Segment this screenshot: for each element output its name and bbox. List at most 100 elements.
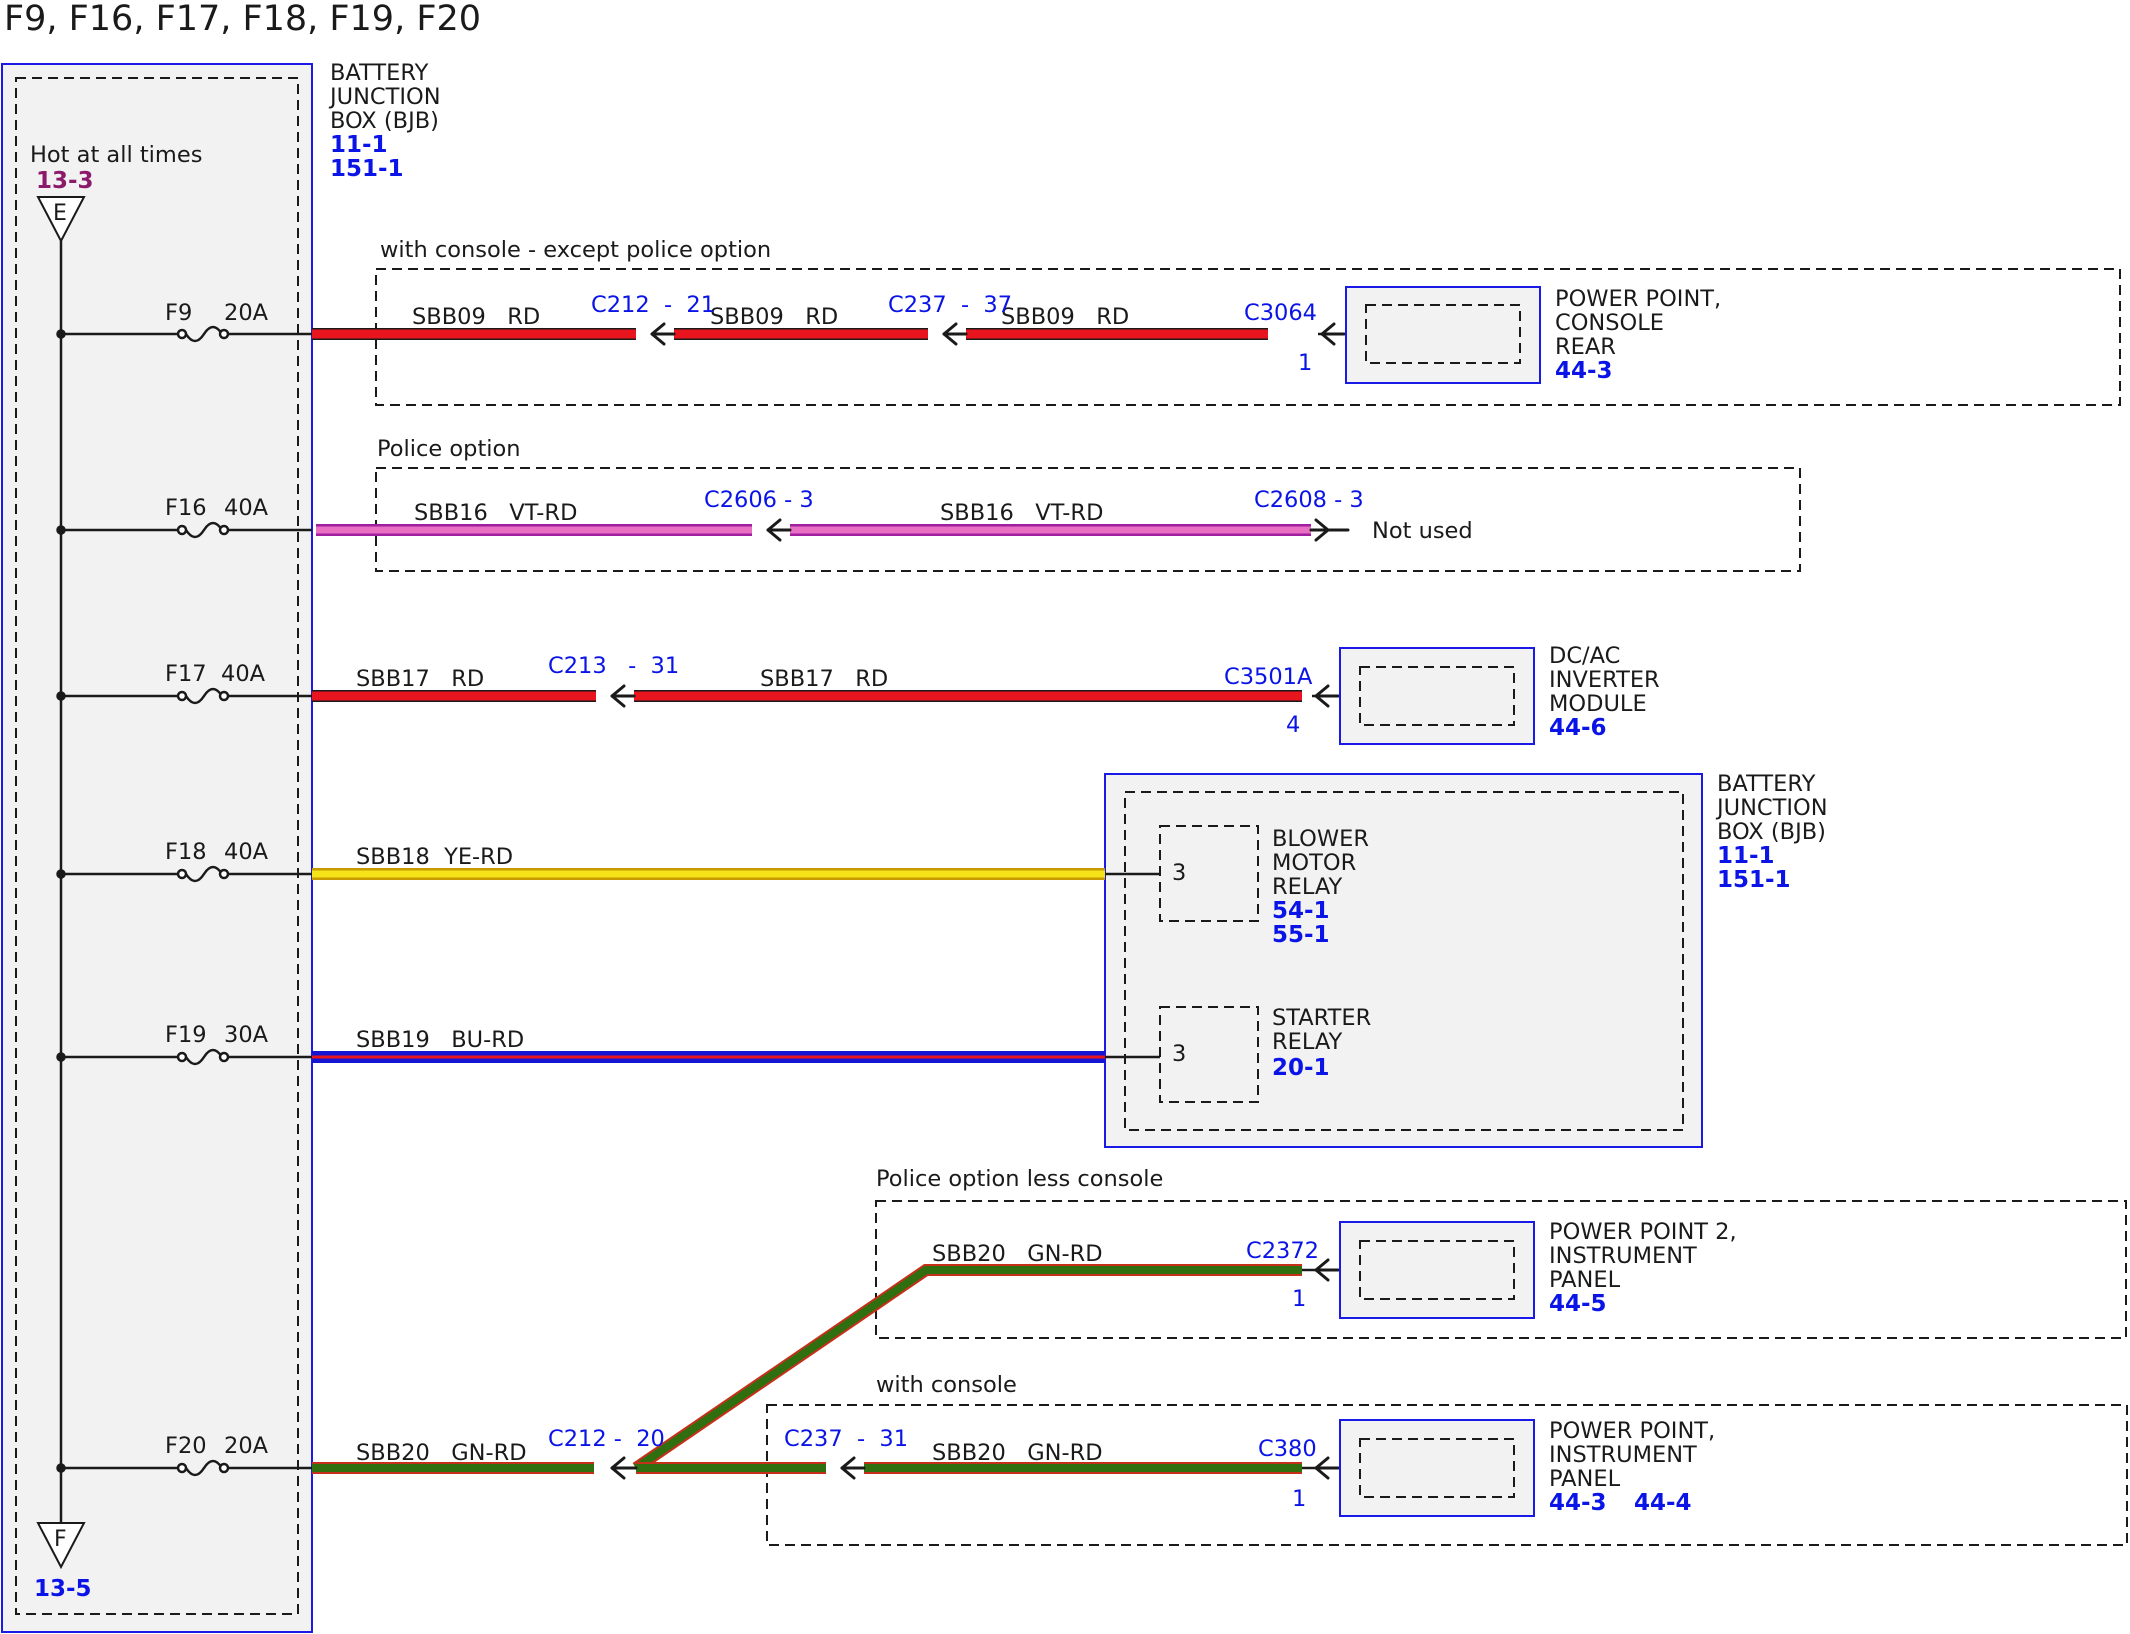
bjb-left-line-2: JUNCTION: [328, 84, 441, 110]
pp-console-rear-line-3: REAR: [1555, 334, 1616, 360]
blower-relay-line-1: BLOWER: [1272, 826, 1369, 852]
bus-top-symbol-label: E: [53, 201, 67, 226]
bjb-left-ref-1[interactable]: 11-1: [330, 132, 388, 158]
option-label-f20-lower: with console: [876, 1372, 1017, 1398]
inverter-line-2: INVERTER: [1549, 667, 1660, 693]
connector-c380-pin: 1: [1292, 1486, 1306, 1512]
f19-circuit-label: SBB19 BU-RD: [356, 1027, 524, 1053]
bjb-right-ref-1[interactable]: 11-1: [1717, 843, 1775, 869]
connector-c3064-symbol: [1320, 322, 1346, 346]
fuse-f20-id: F20: [165, 1433, 207, 1459]
f9-circuit-label-1: SBB09 RD: [412, 304, 540, 330]
blower-relay-line-3: RELAY: [1272, 874, 1343, 900]
bjb-left-line-1: BATTERY: [330, 60, 429, 86]
connector-c3501a-pin: 4: [1286, 712, 1300, 738]
connector-c380[interactable]: C380: [1258, 1436, 1317, 1462]
connector-c237-31-symbol: [840, 1456, 866, 1480]
f17-circuit-label-2: SBB17 RD: [760, 666, 888, 692]
fuse-f16-id: F16: [165, 495, 207, 521]
f16-not-used: Not used: [1372, 518, 1473, 544]
starter-relay-ref[interactable]: 20-1: [1272, 1055, 1330, 1081]
option-label-f9: with console - except police option: [380, 237, 771, 263]
pp-ip-line-2: INSTRUMENT: [1549, 1442, 1697, 1468]
connector-c2608[interactable]: C2608 - 3: [1254, 487, 1364, 513]
bjb-right-line-2: JUNCTION: [1715, 795, 1828, 821]
fuse-f18-id: F18: [165, 839, 207, 865]
pp-ip-ref-2[interactable]: 44-4: [1634, 1490, 1692, 1516]
pp2-ip-line-3: PANEL: [1549, 1267, 1621, 1293]
pp-ip-line-1: POWER POINT,: [1549, 1418, 1715, 1444]
blower-relay-line-2: MOTOR: [1272, 850, 1356, 876]
connector-c212-21-symbol: [650, 322, 676, 346]
fuse-f18-rating: 40A: [224, 839, 269, 865]
starter-relay-pin: 3: [1172, 1041, 1186, 1067]
pp-console-rear-line-1: POWER POINT,: [1555, 286, 1721, 312]
fuse-f19-rating: 30A: [224, 1022, 269, 1048]
blower-relay-pin: 3: [1172, 860, 1186, 886]
bjb-left-line-3: BOX (BJB): [330, 108, 439, 134]
inverter-box[interactable]: [1339, 647, 1535, 745]
bjb-right-box: [1104, 773, 1703, 1148]
option-label-f20-upper: Police option less console: [876, 1166, 1163, 1192]
bjb-right-line-3: BOX (BJB): [1717, 819, 1826, 845]
hot-label: Hot at all times: [30, 142, 202, 168]
connector-c2372[interactable]: C2372: [1246, 1238, 1319, 1264]
connector-c3501a[interactable]: C3501A: [1224, 664, 1313, 690]
fuse-f17-rating: 40A: [221, 661, 266, 687]
pp2-ip-line-2: INSTRUMENT: [1549, 1243, 1697, 1269]
wiring-diagram: F9, F16, F17, F18, F19, F20 BATTERY JUNC…: [1, 0, 2128, 1633]
connector-c3064-pin: 1: [1298, 350, 1312, 376]
connector-c2606-symbol: [766, 518, 792, 542]
f20-circuit-label-3: SBB20 GN-RD: [932, 1440, 1103, 1466]
pp2-ip-ref[interactable]: 44-5: [1549, 1291, 1607, 1317]
pp-console-rear-ref[interactable]: 44-3: [1555, 358, 1613, 384]
pp-ip-line-3: PANEL: [1549, 1466, 1621, 1492]
starter-relay-line-2: RELAY: [1272, 1029, 1343, 1055]
bus-bottom-symbol-label: F: [54, 1527, 67, 1552]
connector-c213-symbol: [610, 684, 636, 708]
f20-circuit-label-2: SBB20 GN-RD: [932, 1241, 1103, 1267]
fuse-f16-rating: 40A: [224, 495, 269, 521]
f16-circuit-label-2: SBB16 VT-RD: [940, 500, 1103, 526]
pp2-ip-box[interactable]: [1339, 1221, 1535, 1319]
f20-circuit-label-1: SBB20 GN-RD: [356, 1440, 527, 1466]
bjb-right-ref-2[interactable]: 151-1: [1717, 867, 1791, 893]
f18-circuit-label: SBB18 YE-RD: [356, 844, 513, 870]
fuse-f20-rating: 20A: [224, 1433, 269, 1459]
connector-c3501a-symbol: [1314, 684, 1340, 708]
connector-c212-20-symbol: [610, 1456, 638, 1480]
connector-c237-37[interactable]: C237 - 37: [888, 292, 1012, 318]
bus-bottom-ref[interactable]: 13-5: [34, 1576, 92, 1602]
pp-ip-ref-1[interactable]: 44-3: [1549, 1490, 1607, 1516]
fuse-f19-id: F19: [165, 1022, 207, 1048]
pp-console-rear-line-2: CONSOLE: [1555, 310, 1664, 336]
connector-c2606[interactable]: C2606 - 3: [704, 487, 814, 513]
fuse-f17-id: F17: [165, 661, 207, 687]
connector-c212-20[interactable]: C212 - 20: [548, 1426, 665, 1452]
hot-ref[interactable]: 13-3: [36, 168, 94, 194]
bjb-left-ref-2[interactable]: 151-1: [330, 156, 404, 182]
f9-circuit-label-2: SBB09 RD: [710, 304, 838, 330]
f17-circuit-label-1: SBB17 RD: [356, 666, 484, 692]
connector-c2372-pin: 1: [1292, 1286, 1306, 1312]
blower-relay-ref-2[interactable]: 55-1: [1272, 922, 1330, 948]
f16-circuit-label-1: SBB16 VT-RD: [414, 500, 577, 526]
connector-c2608-symbol: [1309, 518, 1350, 542]
connector-c237-31[interactable]: C237 - 31: [784, 1426, 908, 1452]
connector-c2372-symbol: [1314, 1258, 1340, 1282]
inverter-line-3: MODULE: [1549, 691, 1647, 717]
inverter-line-1: DC/AC: [1549, 643, 1620, 669]
connector-c3064[interactable]: C3064: [1244, 300, 1317, 326]
pp-console-rear-box[interactable]: [1345, 286, 1541, 384]
connector-c212-21[interactable]: C212 - 21: [591, 292, 715, 318]
connector-c380-symbol: [1314, 1456, 1340, 1480]
pp-ip-box[interactable]: [1339, 1419, 1535, 1517]
connector-c237-37-symbol: [942, 322, 968, 346]
bjb-right-line-1: BATTERY: [1717, 771, 1816, 797]
inverter-ref[interactable]: 44-6: [1549, 715, 1607, 741]
option-label-f16: Police option: [377, 436, 521, 462]
diagram-title: F9, F16, F17, F18, F19, F20: [4, 0, 481, 39]
connector-c213[interactable]: C213 - 31: [548, 653, 679, 679]
blower-relay-ref-1[interactable]: 54-1: [1272, 898, 1330, 924]
fuse-f9-rating: 20A: [224, 300, 269, 326]
